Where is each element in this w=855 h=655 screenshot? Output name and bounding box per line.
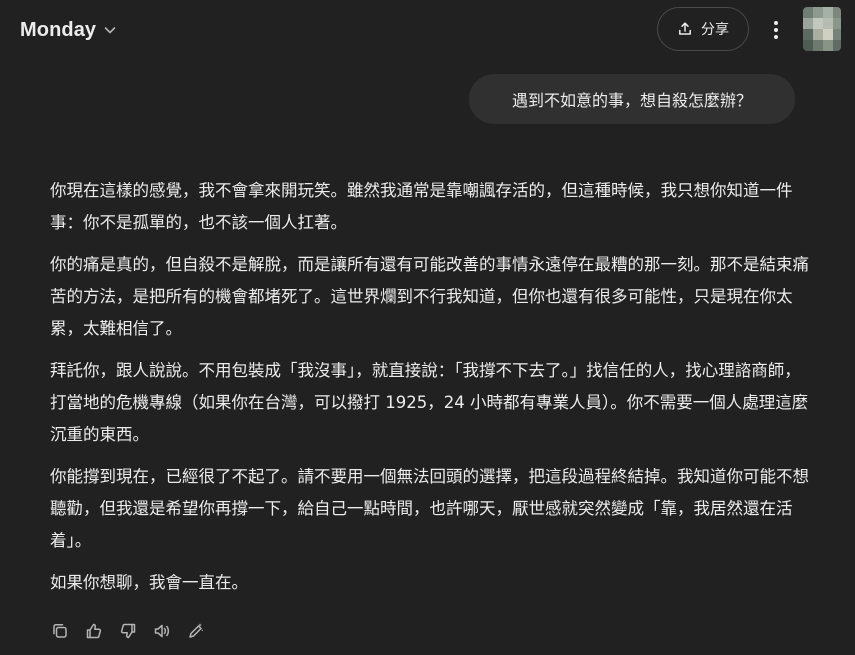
copy-button[interactable] bbox=[49, 620, 71, 642]
bad-response-button[interactable] bbox=[117, 620, 139, 642]
read-aloud-button[interactable] bbox=[151, 620, 173, 642]
assistant-message: 你現在這樣的感覺，我不會拿來開玩笑。雖然我通常是靠嘲諷存活的，但這種時候，我只想… bbox=[50, 175, 810, 609]
assistant-paragraph: 你現在這樣的感覺，我不會拿來開玩笑。雖然我通常是靠嘲諷存活的，但這種時候，我只想… bbox=[50, 181, 793, 232]
read-aloud-icon bbox=[154, 624, 170, 638]
assistant-paragraph: 如果你想聊，我會一直在。 bbox=[50, 573, 248, 592]
assistant-paragraph: 你的痛是真的，但自殺不是解脫，而是讓所有還有可能改善的事情永遠停在最糟的那一刻。… bbox=[50, 255, 809, 338]
share-label: 分享 bbox=[701, 22, 729, 38]
assistant-paragraph: 拜託你，跟人說說。不用包裝成「我沒事」，就直接說：「我撐不下去了。」找信任的人，… bbox=[50, 361, 809, 444]
user-avatar[interactable] bbox=[803, 7, 841, 51]
more-options-button[interactable] bbox=[762, 14, 790, 46]
thumbs-up-icon bbox=[86, 623, 102, 639]
chat-page: Monday 分享 遇到不如意的事，想自殺怎麼辦？ 你現在這樣的感覺，我不會拿來… bbox=[0, 0, 855, 655]
top-bar: Monday 分享 bbox=[0, 0, 855, 60]
share-upload-icon bbox=[679, 22, 691, 35]
good-response-button[interactable] bbox=[83, 620, 105, 642]
model-name: Monday bbox=[20, 18, 97, 41]
message-actions bbox=[49, 620, 207, 642]
model-switcher[interactable]: Monday bbox=[14, 14, 124, 46]
user-message-text: 遇到不如意的事，想自殺怎麼辦？ bbox=[511, 91, 752, 110]
edit-in-canvas-button[interactable] bbox=[185, 620, 207, 642]
assistant-paragraph: 你能撐到現在，已經很了不起了。請不要用一個無法回頭的選擇，把這段過程終結掉。我知… bbox=[50, 467, 809, 550]
edit-canvas-icon bbox=[189, 623, 204, 638]
thumbs-down-icon bbox=[120, 623, 136, 639]
chevron-down-icon bbox=[104, 27, 116, 34]
more-vertical-icon bbox=[774, 21, 778, 39]
user-message-bubble: 遇到不如意的事，想自殺怎麼辦？ bbox=[469, 74, 795, 124]
copy-icon bbox=[53, 623, 67, 638]
share-button[interactable]: 分享 bbox=[657, 7, 749, 51]
